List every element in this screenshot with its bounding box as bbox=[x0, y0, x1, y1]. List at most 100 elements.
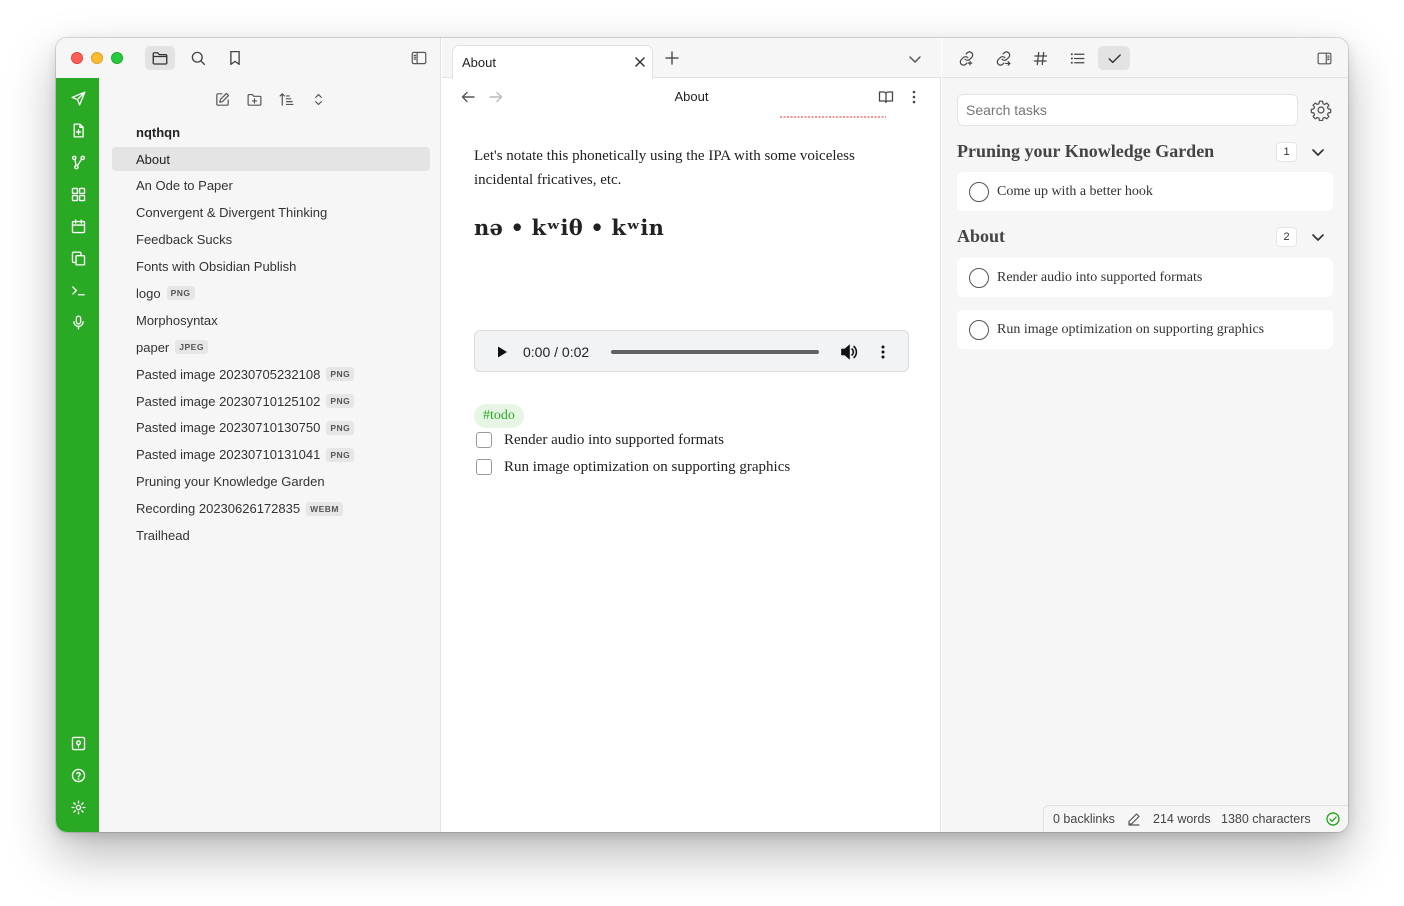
more-options-icon[interactable] bbox=[904, 87, 924, 107]
file-name: An Ode to Paper bbox=[136, 178, 233, 194]
send-icon[interactable] bbox=[68, 88, 88, 108]
sort-icon[interactable] bbox=[275, 88, 297, 110]
search-icon[interactable] bbox=[183, 46, 213, 70]
volume-icon[interactable] bbox=[839, 342, 859, 362]
file-extension-badge: PNG bbox=[166, 286, 195, 301]
bookmark-icon[interactable] bbox=[220, 46, 250, 70]
file-item[interactable]: About bbox=[112, 147, 430, 171]
minimize-window-button[interactable] bbox=[91, 52, 103, 64]
pencil-icon[interactable] bbox=[1127, 812, 1141, 826]
outgoing-links-icon[interactable] bbox=[987, 46, 1019, 70]
collapse-icon[interactable] bbox=[307, 88, 329, 110]
task-label: Render audio into supported formats bbox=[504, 431, 724, 448]
task-card[interactable]: Come up with a better hook bbox=[957, 172, 1333, 211]
todo-tag[interactable]: #todo bbox=[474, 404, 524, 428]
task-card-label: Run image optimization on supporting gra… bbox=[997, 321, 1265, 337]
file-name: Recording 20230626172835 bbox=[136, 501, 301, 517]
file-list: About An Ode to Paper Convergent & Diverge… bbox=[112, 147, 430, 550]
note-content[interactable]: Let's notate this phonetically using the… bbox=[474, 116, 910, 832]
calendar-icon[interactable] bbox=[68, 216, 88, 236]
tags-icon[interactable] bbox=[1024, 46, 1056, 70]
task-group-title[interactable]: Pruning your Knowledge Garden bbox=[957, 141, 1214, 162]
file-item[interactable]: Pasted image 20230710131041 PNG bbox=[112, 443, 430, 467]
file-item[interactable]: Trailhead bbox=[112, 523, 430, 547]
task-card[interactable]: Run image optimization on supporting gra… bbox=[957, 310, 1333, 349]
file-name: paper bbox=[136, 339, 170, 355]
file-item[interactable]: Pasted image 20230710125102 PNG bbox=[112, 389, 430, 413]
gear-icon[interactable] bbox=[1310, 99, 1332, 121]
task-complete-circle[interactable] bbox=[969, 181, 989, 202]
vault-icon[interactable] bbox=[68, 733, 88, 753]
file-item[interactable]: Fonts with Obsidian Publish bbox=[112, 255, 430, 279]
chevron-down-icon[interactable] bbox=[1309, 228, 1327, 246]
backlinks-icon[interactable] bbox=[950, 46, 982, 70]
task-complete-circle[interactable] bbox=[969, 267, 989, 288]
file-item[interactable]: An Ode to Paper bbox=[112, 174, 430, 198]
file-name: logo bbox=[136, 285, 161, 301]
outline-icon[interactable] bbox=[1061, 46, 1093, 70]
audio-progress-track[interactable] bbox=[611, 350, 819, 354]
file-name: Pasted image 20230705232108 bbox=[136, 366, 321, 382]
new-note-icon[interactable] bbox=[211, 88, 233, 110]
layout-grid-icon[interactable] bbox=[68, 184, 88, 204]
new-folder-icon[interactable] bbox=[243, 88, 265, 110]
reading-view-icon[interactable] bbox=[876, 87, 896, 107]
settings-icon[interactable] bbox=[68, 797, 88, 817]
new-tab-icon[interactable] bbox=[662, 48, 682, 68]
sync-status-icon[interactable] bbox=[1326, 812, 1340, 826]
task-checkbox[interactable] bbox=[476, 432, 492, 448]
audio-time: 0:00 / 0:02 bbox=[523, 344, 590, 360]
ribbon bbox=[56, 78, 99, 832]
terminal-icon[interactable] bbox=[68, 280, 88, 300]
audio-player[interactable]: 0:00 / 0:02 bbox=[474, 330, 909, 372]
task-search-input[interactable] bbox=[957, 94, 1298, 126]
task-group-count: 1 bbox=[1276, 142, 1297, 162]
task-label: Run image optimization on supporting gra… bbox=[504, 458, 791, 475]
task-card[interactable]: Render audio into supported formats bbox=[957, 258, 1333, 297]
vault-name[interactable]: nqthqn bbox=[136, 125, 180, 140]
sidebar-toggle-icon[interactable] bbox=[404, 46, 434, 70]
file-item[interactable]: Convergent & Divergent Thinking bbox=[112, 201, 430, 225]
file-item[interactable]: Pasted image 20230705232108 PNG bbox=[112, 362, 430, 386]
task-checkbox[interactable] bbox=[476, 459, 492, 475]
left-sidebar: nqthqn About An Ode to Paper Convergent & … bbox=[56, 38, 441, 832]
file-item[interactable]: Feedback Sucks bbox=[112, 228, 430, 252]
play-icon[interactable] bbox=[493, 343, 511, 361]
file-extension-badge: PNG bbox=[326, 420, 355, 435]
file-item[interactable]: Morphosyntax bbox=[112, 308, 430, 332]
note-paragraph: Let's notate this phonetically using the… bbox=[474, 148, 855, 188]
task-complete-circle[interactable] bbox=[969, 319, 989, 340]
backlinks-count[interactable]: 0 backlinks bbox=[1053, 812, 1115, 826]
editor-pane: About About Let's notate this phonetical… bbox=[442, 38, 941, 832]
copy-icon[interactable] bbox=[68, 248, 88, 268]
file-item[interactable]: Recording 20230626172835 WEBM bbox=[112, 497, 430, 521]
right-sidebar-toggle-icon[interactable] bbox=[1308, 46, 1340, 70]
file-name: Convergent & Divergent Thinking bbox=[136, 205, 328, 221]
tab-about[interactable]: About bbox=[452, 45, 653, 79]
task-group-title[interactable]: About bbox=[957, 226, 1005, 247]
file-item[interactable]: logo PNG bbox=[112, 281, 430, 305]
clipped-text-line bbox=[780, 116, 886, 118]
chevron-down-icon[interactable] bbox=[905, 49, 925, 69]
file-plus-icon[interactable] bbox=[68, 120, 88, 140]
help-icon[interactable] bbox=[68, 765, 88, 785]
close-window-button[interactable] bbox=[71, 52, 83, 64]
file-name: Fonts with Obsidian Publish bbox=[136, 259, 297, 275]
app-window: nqthqn About An Ode to Paper Convergent & … bbox=[56, 38, 1348, 832]
tab-bar: About bbox=[442, 38, 941, 79]
file-name: Pasted image 20230710125102 bbox=[136, 393, 321, 409]
zoom-window-button[interactable] bbox=[111, 52, 123, 64]
graph-icon[interactable] bbox=[68, 152, 88, 172]
file-item[interactable]: Pruning your Knowledge Garden bbox=[112, 470, 430, 494]
audio-more-icon[interactable] bbox=[873, 342, 893, 362]
mic-icon[interactable] bbox=[68, 312, 88, 332]
file-extension-badge: WEBM bbox=[306, 501, 344, 516]
tasks-check-icon[interactable] bbox=[1098, 46, 1130, 70]
file-item[interactable]: paper JPEG bbox=[112, 335, 430, 359]
file-extension-badge: PNG bbox=[326, 367, 355, 382]
folder-icon[interactable] bbox=[145, 46, 175, 70]
chevron-down-icon[interactable] bbox=[1309, 143, 1327, 161]
character-count: 1380 characters bbox=[1221, 812, 1311, 826]
file-item[interactable]: Pasted image 20230710130750 PNG bbox=[112, 416, 430, 440]
close-icon[interactable] bbox=[632, 54, 648, 70]
